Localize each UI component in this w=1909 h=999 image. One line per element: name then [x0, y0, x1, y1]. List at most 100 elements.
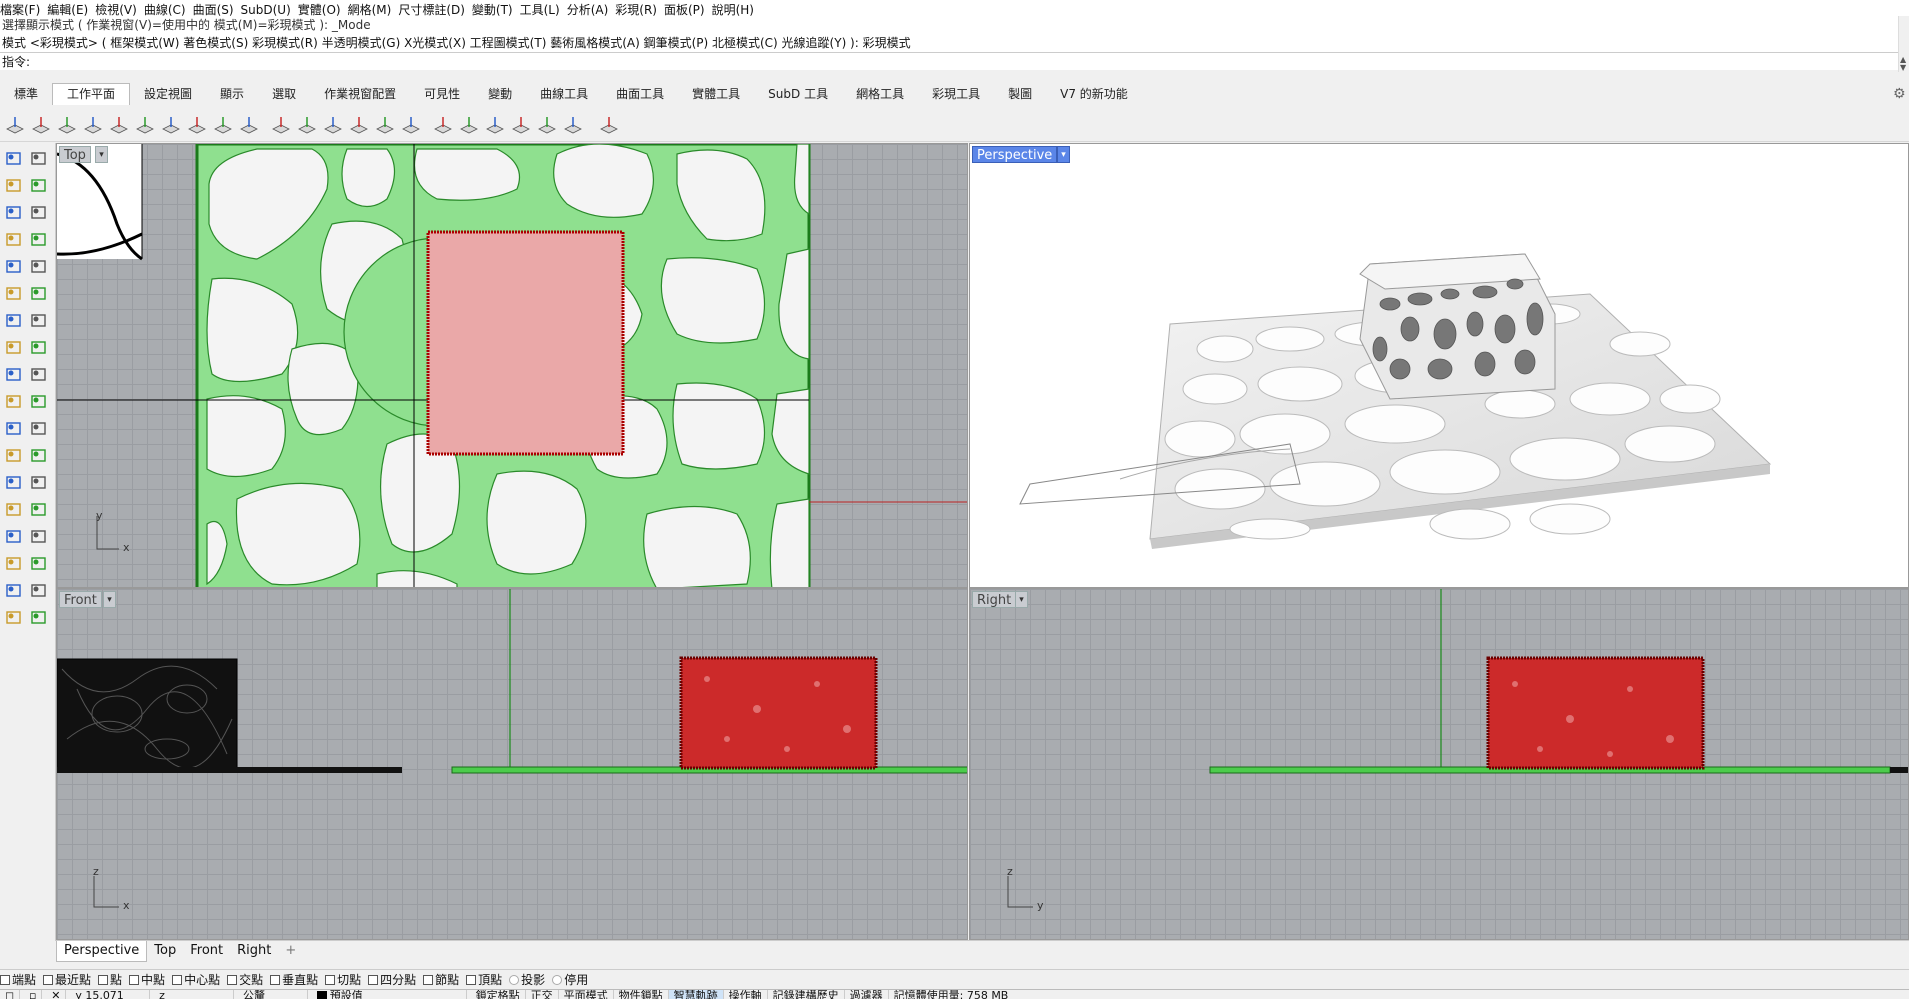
- window-minimize-icon[interactable]: ◻: [0, 990, 21, 999]
- radio-icon[interactable]: [552, 975, 563, 985]
- menu-item-13[interactable]: 面板(P): [664, 0, 712, 17]
- arc-icon[interactable]: [3, 201, 27, 225]
- grid-icon[interactable]: [3, 552, 27, 576]
- render-icon[interactable]: [3, 525, 27, 549]
- cplane-y-icon[interactable]: [458, 114, 480, 136]
- snap-icon[interactable]: [28, 552, 52, 576]
- point-icon[interactable]: [28, 147, 52, 171]
- osnap-8[interactable]: 四分點: [368, 970, 423, 989]
- analyze-icon[interactable]: [28, 417, 52, 441]
- osnap-10[interactable]: 頂點: [466, 970, 509, 989]
- osnap-7[interactable]: 切點: [325, 970, 368, 989]
- cplane-set-icon[interactable]: [400, 114, 422, 136]
- viewport-top[interactable]: Top ▾ y x: [56, 143, 968, 588]
- viewport-title-perspective[interactable]: Perspective: [972, 146, 1058, 163]
- osnap-4[interactable]: 中心點: [172, 970, 227, 989]
- curve-icon[interactable]: [3, 228, 27, 252]
- toolbar-tab-5[interactable]: 作業視窗配置: [310, 84, 410, 106]
- window-restore-icon[interactable]: ▫: [24, 990, 43, 999]
- cplane-select-icon[interactable]: [296, 114, 318, 136]
- status-toggle-6[interactable]: 記錄建構歷史: [768, 990, 845, 999]
- toolbar-tab-9[interactable]: 曲面工具: [602, 84, 678, 106]
- light-icon[interactable]: [28, 525, 52, 549]
- cplane-3-points-icon[interactable]: [56, 114, 78, 136]
- extrude-icon[interactable]: [28, 336, 52, 360]
- status-toggle-0[interactable]: 鎖定格點: [471, 990, 526, 999]
- osnap-3[interactable]: 中點: [129, 970, 172, 989]
- add-viewport-tab-icon[interactable]: +: [278, 941, 303, 962]
- restore-cplane-icon[interactable]: [374, 114, 396, 136]
- checkbox-icon[interactable]: [43, 975, 54, 985]
- box-icon[interactable]: [3, 309, 27, 333]
- osnap-1[interactable]: 最近點: [43, 970, 98, 989]
- osnap-2[interactable]: 點: [98, 970, 129, 989]
- toolbar-tab-8[interactable]: 曲線工具: [526, 84, 602, 106]
- osnap-6[interactable]: 垂直點: [270, 970, 325, 989]
- checkbox-icon[interactable]: [129, 975, 140, 985]
- checkbox-icon[interactable]: [423, 975, 434, 985]
- line-icon[interactable]: [28, 174, 52, 198]
- mesh-icon[interactable]: [3, 363, 27, 387]
- cplane-undo-icon[interactable]: [270, 114, 292, 136]
- toolbar-tab-13[interactable]: 彩現工具: [918, 84, 994, 106]
- menu-item-0[interactable]: 檔案(F): [0, 0, 47, 17]
- menu-item-14[interactable]: 說明(H): [712, 0, 761, 17]
- osnap-12[interactable]: 停用: [552, 970, 595, 989]
- polyline-icon[interactable]: [3, 174, 27, 198]
- viewport-right[interactable]: Right ▾ z y: [969, 588, 1909, 940]
- material-icon[interactable]: [28, 579, 52, 603]
- cplane-world-front-icon[interactable]: [186, 114, 208, 136]
- osnap-9[interactable]: 節點: [423, 970, 466, 989]
- command-history-scrollbar[interactable]: ▲ ▼: [1898, 16, 1909, 72]
- status-toggle-7[interactable]: 過濾器: [845, 990, 889, 999]
- menu-item-8[interactable]: 尺寸標註(D): [398, 0, 472, 17]
- named-cplane-icon[interactable]: [322, 114, 344, 136]
- layer-selector[interactable]: 預設值: [312, 990, 467, 999]
- toolbar-tab-11[interactable]: SubD 工具: [754, 84, 842, 106]
- scroll-down-icon[interactable]: ▼: [1900, 64, 1906, 72]
- menu-item-2[interactable]: 檢視(V): [95, 0, 144, 17]
- menu-item-1[interactable]: 編輯(E): [47, 0, 95, 17]
- properties-icon[interactable]: [28, 498, 52, 522]
- cplane-next-icon[interactable]: [562, 114, 584, 136]
- viewport-tab-right[interactable]: Right: [230, 941, 278, 962]
- toolbar-tab-10[interactable]: 實體工具: [678, 84, 754, 106]
- cplane-view-icon[interactable]: [108, 114, 130, 136]
- toolbar-tab-12[interactable]: 網格工具: [842, 84, 918, 106]
- checkbox-icon[interactable]: [0, 975, 10, 985]
- status-toggle-3[interactable]: 物件鎖點: [614, 990, 669, 999]
- viewport-menu-top-icon[interactable]: ▾: [95, 146, 108, 163]
- text-icon[interactable]: [28, 444, 52, 468]
- cplane-surface-icon[interactable]: [536, 114, 558, 136]
- viewport-title-front[interactable]: Front: [59, 591, 102, 608]
- move-icon[interactable]: [28, 390, 52, 414]
- viewport-perspective[interactable]: Perspective ▾: [969, 143, 1909, 588]
- menu-item-11[interactable]: 分析(A): [567, 0, 616, 17]
- checkbox-icon[interactable]: [466, 975, 477, 985]
- loft-icon[interactable]: [28, 282, 52, 306]
- toolbar-tab-3[interactable]: 顯示: [206, 84, 258, 106]
- cylinder-icon[interactable]: [3, 336, 27, 360]
- cplane-curve-icon[interactable]: [510, 114, 532, 136]
- osnap-11[interactable]: 投影: [509, 970, 552, 989]
- viewport-tab-perspective[interactable]: Perspective: [56, 941, 148, 962]
- cplane-rotate-icon[interactable]: [134, 114, 156, 136]
- layer-icon[interactable]: [3, 498, 27, 522]
- checkbox-icon[interactable]: [368, 975, 379, 985]
- cplane-top-icon[interactable]: [4, 114, 26, 136]
- checkbox-icon[interactable]: [172, 975, 183, 985]
- menu-item-10[interactable]: 工具(L): [520, 0, 567, 17]
- menu-item-4[interactable]: 曲面(S): [193, 0, 241, 17]
- radio-icon[interactable]: [509, 975, 520, 985]
- surface-icon[interactable]: [3, 282, 27, 306]
- menu-item-9[interactable]: 變動(T): [472, 0, 520, 17]
- menu-item-7[interactable]: 網格(M): [348, 0, 399, 17]
- transform-icon[interactable]: [3, 390, 27, 414]
- cplane-world-top-icon[interactable]: [160, 114, 182, 136]
- group-icon[interactable]: [28, 471, 52, 495]
- paint-icon[interactable]: [3, 606, 27, 630]
- toolbar-tab-1[interactable]: 工作平面: [52, 83, 131, 105]
- polygon-icon[interactable]: [3, 255, 27, 279]
- viewport-menu-perspective-icon[interactable]: ▾: [1057, 146, 1070, 163]
- select-icon[interactable]: [3, 147, 27, 171]
